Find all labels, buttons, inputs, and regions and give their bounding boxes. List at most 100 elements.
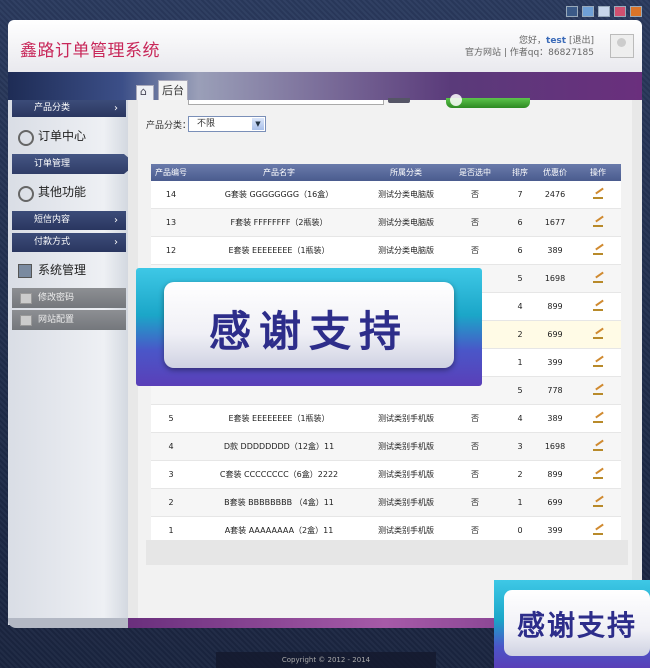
official-site-link[interactable]: 官方网站	[465, 48, 501, 58]
sidebar-item-order-manage[interactable]: 订单管理	[12, 154, 136, 174]
add-product-button[interactable]	[446, 94, 530, 108]
col-header: 产品名字	[191, 164, 367, 181]
cell-action	[575, 264, 621, 293]
chevron-down-icon[interactable]: ▼	[252, 118, 264, 130]
table-row: 4 D款 DDDDDDDD（12盒）11 测试类别手机版否 3 1698	[151, 432, 621, 461]
sidebar-item-product-category[interactable]: 产品分类 ›	[12, 100, 126, 117]
chevron-right-icon: ›	[114, 215, 118, 226]
theme-icon-5[interactable]	[630, 6, 642, 17]
sidebar-group-other-functions[interactable]: 其他功能	[12, 180, 126, 204]
theme-icon-1[interactable]	[566, 6, 578, 17]
sidebar-item-site-config[interactable]: 网站配置	[12, 310, 126, 330]
edit-icon[interactable]	[593, 413, 603, 423]
edit-icon[interactable]	[593, 273, 603, 283]
search-input[interactable]	[188, 100, 384, 105]
sidebar-group-order-center[interactable]: 订单中心	[12, 124, 126, 148]
cell-price: 899	[535, 292, 575, 321]
banner-text: 感谢支持	[208, 307, 409, 356]
sidebar-item-sms-content[interactable]: 短信内容 ›	[12, 211, 126, 230]
username[interactable]: test	[546, 36, 566, 46]
cell-category: 测试类别手机版	[367, 488, 445, 517]
search-button[interactable]	[388, 98, 410, 103]
cell-selected: 否	[445, 432, 505, 461]
banner-card: 感谢支持	[504, 590, 650, 656]
theme-icon-3[interactable]	[598, 6, 610, 17]
edit-icon[interactable]	[593, 441, 603, 451]
cell-name: F套装 FFFFFFFF（2瓶装）	[191, 208, 367, 237]
cell-action	[575, 376, 621, 405]
cell-price: 389	[535, 404, 575, 433]
cell-name: C套装 CCCCCCCC（6盒）2222	[191, 460, 367, 489]
cell-action	[575, 404, 621, 433]
gear-icon	[18, 186, 34, 202]
edit-icon[interactable]	[593, 497, 603, 507]
cell-selected: 否	[445, 460, 505, 489]
col-header: 是否选中	[445, 164, 505, 181]
sidebar-item-change-password[interactable]: 修改密码	[12, 288, 126, 308]
sidebar-group-label: 订单中心	[38, 129, 87, 143]
table-row: 3 C套装 CCCCCCCC（6盒）2222 测试类别手机版否 2 899	[151, 460, 621, 489]
category-select[interactable]: 不限 ▼	[188, 116, 266, 132]
theme-icon-4[interactable]	[614, 6, 626, 17]
sidebar-item-label: 付款方式	[34, 237, 71, 247]
col-header: 优惠价	[535, 164, 575, 181]
sidebar-item-payment-method[interactable]: 付款方式 ›	[12, 233, 126, 252]
cell-category: 测试类别手机版	[367, 432, 445, 461]
separator: |	[503, 48, 507, 58]
cell-order: 1	[505, 348, 535, 377]
chevron-right-icon: ›	[114, 237, 118, 248]
thanks-banner-large: 感谢支持	[136, 268, 482, 386]
edit-icon[interactable]	[593, 329, 603, 339]
nav-banner	[8, 72, 642, 100]
col-header: 排序	[505, 164, 535, 181]
theme-icon-2[interactable]	[582, 6, 594, 17]
edit-icon[interactable]	[593, 301, 603, 311]
cell-name: G套装 GGGGGGGG（16盒）	[191, 181, 367, 209]
cell-id: 4	[151, 432, 191, 461]
cell-name: D款 DDDDDDDD（12盒）11	[191, 432, 367, 461]
cell-action	[575, 320, 621, 349]
cell-category: 测试分类电脑版	[367, 236, 445, 265]
cell-category: 测试类别手机版	[367, 404, 445, 433]
edit-icon[interactable]	[593, 189, 603, 199]
cell-order: 2	[505, 320, 535, 349]
edit-icon[interactable]	[593, 469, 603, 479]
cell-price: 1698	[535, 264, 575, 293]
cell-action	[575, 432, 621, 461]
author-qq: 作者qq：86827185	[509, 48, 594, 58]
cell-id: 3	[151, 460, 191, 489]
avatar[interactable]	[610, 34, 634, 58]
cell-action	[575, 488, 621, 517]
edit-icon[interactable]	[593, 385, 603, 395]
cell-order: 4	[505, 404, 535, 433]
cell-id: 13	[151, 208, 191, 237]
table-header: 产品编号 产品名字 所属分类 是否选中 排序 优惠价 操作	[151, 164, 621, 181]
greeting: 您好，	[519, 36, 547, 46]
cell-price: 1698	[535, 432, 575, 461]
sidebar: 产品分类 › 订单中心 订单管理 其他功能 短信内容 › 付款方式 › 系统管理…	[8, 100, 136, 625]
col-header: 产品编号	[151, 164, 191, 181]
sidebar-group-system-manage[interactable]: 系统管理	[12, 258, 126, 282]
logout-link[interactable]: [退出]	[569, 36, 594, 46]
banner-text: 感谢支持	[516, 609, 637, 642]
sidebar-item-label: 修改密码	[38, 293, 75, 303]
edit-icon[interactable]	[593, 245, 603, 255]
cell-selected: 否	[445, 208, 505, 237]
cell-order: 1	[505, 488, 535, 517]
app-title: 鑫路订单管理系统	[20, 41, 160, 61]
edit-icon[interactable]	[593, 525, 603, 535]
table-row: 2 B套装 BBBBBBBB （4盒）11 测试类别手机版否 1 699	[151, 488, 621, 517]
key-icon	[20, 293, 32, 304]
cell-price: 1677	[535, 208, 575, 237]
cell-selected: 否	[445, 404, 505, 433]
edit-icon[interactable]	[593, 217, 603, 227]
tab-backend[interactable]: 后台	[158, 80, 188, 100]
cell-price: 899	[535, 460, 575, 489]
cell-name: B套装 BBBBBBBB （4盒）11	[191, 488, 367, 517]
home-icon[interactable]	[136, 85, 154, 101]
user-info: 您好，test [退出] 官方网站 | 作者qq：86827185	[465, 35, 594, 59]
sidebar-item-label: 网站配置	[38, 315, 75, 325]
sidebar-item-label: 短信内容	[34, 215, 71, 225]
window-controls	[566, 6, 642, 17]
edit-icon[interactable]	[593, 357, 603, 367]
